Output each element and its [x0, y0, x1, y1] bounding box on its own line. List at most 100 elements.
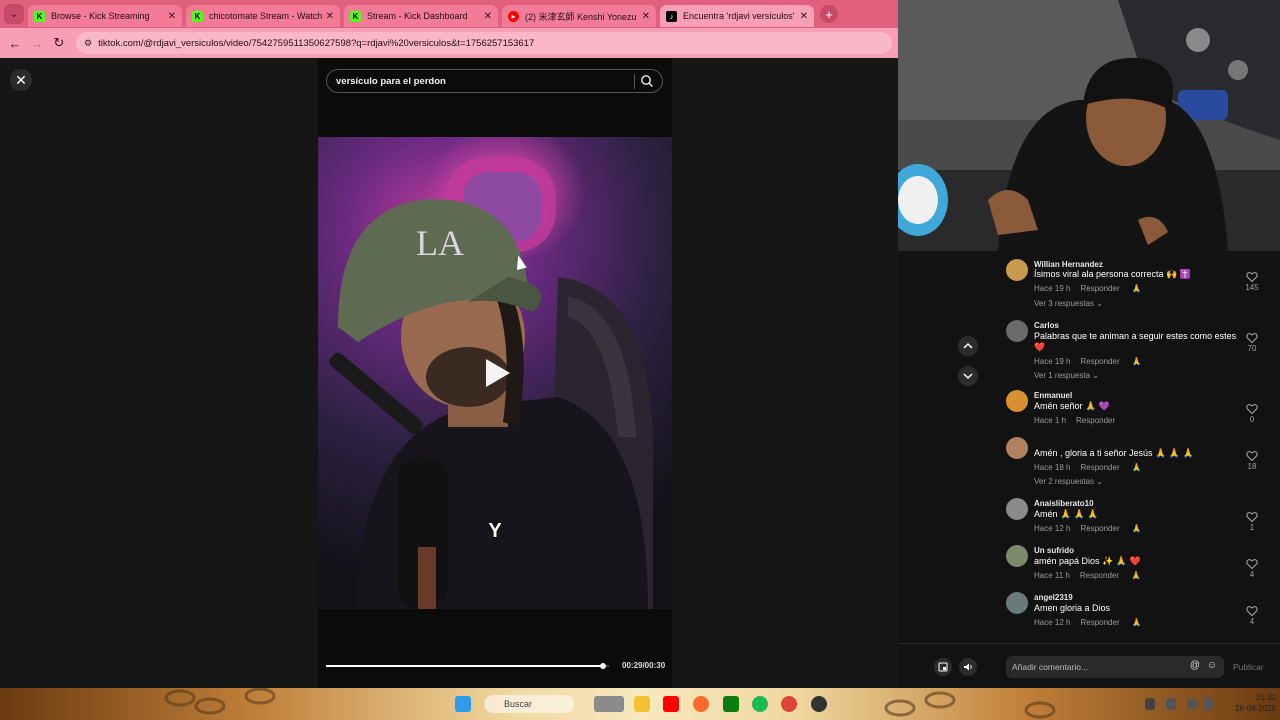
avatar[interactable] — [1006, 592, 1028, 614]
heart-icon[interactable] — [1246, 605, 1258, 617]
close-icon[interactable]: ✕ — [168, 11, 176, 22]
search-input[interactable]: versículo para el perdon — [336, 76, 446, 87]
comment-input[interactable]: Añadir comentario... @ ☺ — [1006, 656, 1224, 678]
volume-icon — [964, 663, 972, 671]
reply-button[interactable]: Responder — [1080, 463, 1119, 472]
comment-text: Amen gloria a Dios — [1034, 603, 1111, 613]
url-text: tiktok.com/@rdjavi_versiculos/video/7542… — [98, 37, 535, 49]
video-player[interactable]: LA Y — [318, 137, 672, 609]
site-info-icon[interactable]: ⚙ — [84, 38, 92, 49]
kick-icon: K — [192, 10, 203, 22]
search-icon[interactable] — [640, 74, 654, 88]
comment-author[interactable]: Carlos — [1034, 321, 1059, 330]
like-count: 0 — [1249, 415, 1255, 424]
publish-button[interactable]: Publicar — [1233, 662, 1264, 672]
creator-liked-icon: 🙏 — [1131, 524, 1142, 533]
comment-text: Amén , gloria a ti señor Jesús 🙏 🙏 🙏 — [1034, 448, 1194, 458]
tab-kick-dashboard[interactable]: K Stream - Kick Dashboard ✕ — [344, 5, 498, 27]
search-box[interactable]: versículo para el perdon — [326, 69, 663, 93]
comment-meta: Hace 12 h Responder 🙏 — [1034, 618, 1142, 627]
progress-handle[interactable] — [600, 663, 607, 669]
view-replies-button[interactable]: Ver 3 respuestas ⌄ — [1034, 299, 1103, 308]
comment-time: Hace 12 h — [1034, 618, 1071, 627]
close-icon[interactable]: ✕ — [326, 11, 334, 22]
view-replies-button[interactable]: Ver 2 respuestas ⌄ — [1034, 477, 1103, 486]
avatar[interactable] — [1006, 498, 1028, 520]
avatar[interactable] — [1006, 437, 1028, 459]
comment-author[interactable]: Enmanuel — [1034, 391, 1072, 400]
next-video-button[interactable] — [958, 366, 978, 386]
xbox-icon[interactable] — [723, 696, 739, 712]
play-icon[interactable] — [480, 356, 514, 390]
reply-button[interactable]: Responder — [1080, 618, 1119, 627]
avatar[interactable] — [1006, 390, 1028, 412]
tray-icon[interactable] — [1145, 698, 1155, 710]
screen: ⌄ K Browse - Kick Streaming ✕ K chicotom… — [0, 0, 1280, 720]
view-replies-button[interactable]: Ver 1 respuesta ⌄ — [1034, 371, 1099, 380]
previous-video-button[interactable] — [958, 336, 978, 356]
comments-list: Willian Hernandez Ísimos viral ala perso… — [992, 251, 1280, 643]
tab-kick-browse[interactable]: K Browse - Kick Streaming ✕ — [28, 5, 182, 27]
avatar[interactable] — [1006, 259, 1028, 281]
volume-button[interactable] — [959, 658, 977, 676]
comment-author[interactable]: Willian Hernandez — [1034, 260, 1103, 269]
spotify-icon[interactable] — [752, 696, 768, 712]
tab-search-menu-button[interactable]: ⌄ — [4, 4, 24, 24]
mention-icon[interactable]: @ — [1190, 660, 1200, 671]
close-icon[interactable]: ✕ — [800, 11, 808, 22]
comment-author[interactable]: angel2319 — [1034, 593, 1073, 602]
heart-icon[interactable] — [1246, 332, 1258, 344]
app-icon[interactable] — [693, 696, 709, 712]
comment-text: amén papá Dios ✨ 🙏 ❤️ — [1034, 556, 1141, 566]
tab-label: Stream - Kick Dashboard — [367, 11, 468, 21]
heart-icon[interactable] — [1246, 511, 1258, 523]
microphone-icon[interactable] — [1166, 698, 1176, 710]
chrome-icon[interactable] — [781, 696, 797, 712]
creator-liked-icon: 🙏 — [1131, 618, 1142, 627]
emoji-icon[interactable]: ☺ — [1207, 660, 1217, 671]
system-clock[interactable]: 21:31 26-08-2025 — [1218, 692, 1276, 714]
taskbar-search[interactable]: Buscar — [484, 695, 574, 713]
heart-icon[interactable] — [1246, 403, 1258, 415]
close-icon[interactable]: ✕ — [642, 11, 650, 22]
tab-label: Encuentra 'rdjavi versículos' en — [683, 11, 796, 21]
reply-button[interactable]: Responder — [1080, 524, 1119, 533]
creator-liked-icon: 🙏 — [1131, 284, 1142, 293]
comment-author[interactable]: Un sufrido — [1034, 546, 1074, 555]
youtube-icon[interactable] — [663, 696, 679, 712]
heart-icon[interactable] — [1246, 450, 1258, 462]
heart-icon[interactable] — [1246, 271, 1258, 283]
avatar[interactable] — [1006, 545, 1028, 567]
like-count: 4 — [1249, 570, 1255, 579]
reload-icon[interactable]: ↻ — [48, 35, 70, 51]
close-icon[interactable]: ✕ — [484, 11, 492, 22]
kick-icon: K — [350, 10, 361, 22]
file-explorer-icon[interactable] — [634, 696, 650, 712]
reply-button[interactable]: Responder — [1080, 357, 1119, 366]
reply-button[interactable]: Responder — [1080, 571, 1119, 580]
video-time: 00:29/00:30 — [622, 661, 666, 670]
speaker-icon[interactable] — [1203, 698, 1213, 710]
comment-text: Amén 🙏 🙏 🙏 — [1034, 509, 1099, 519]
progress-fill — [326, 665, 604, 667]
close-video-button[interactable]: ✕ — [10, 69, 32, 91]
comment-author[interactable]: Anaisliberato10 — [1034, 499, 1094, 508]
picture-in-picture-button[interactable] — [934, 658, 952, 676]
back-arrow-icon[interactable]: ← — [4, 36, 26, 51]
reply-button[interactable]: Responder — [1076, 416, 1115, 425]
comment-time: Hace 12 h — [1034, 524, 1071, 533]
tab-youtube-kenshi[interactable]: ▸ (2) 米津玄師 Kenshi Yonezu - Li ✕ — [502, 5, 656, 27]
new-tab-button[interactable]: + — [820, 5, 838, 23]
obs-icon[interactable] — [811, 696, 827, 712]
reply-button[interactable]: Responder — [1080, 284, 1119, 293]
video-progress-bar[interactable] — [326, 663, 609, 669]
address-bar[interactable]: ⚙ tiktok.com/@rdjavi_versiculos/video/75… — [76, 32, 892, 54]
windows-start-icon[interactable] — [455, 696, 471, 712]
tab-tiktok[interactable]: ♪ Encuentra 'rdjavi versículos' en ✕ — [660, 5, 814, 27]
widgets-icon[interactable] — [594, 696, 624, 712]
forward-arrow-icon[interactable]: → — [26, 36, 48, 51]
tab-chicotomate[interactable]: K chicotomate Stream - Watch Li ✕ — [186, 5, 340, 27]
network-icon[interactable] — [1187, 698, 1197, 710]
avatar[interactable] — [1006, 320, 1028, 342]
heart-icon[interactable] — [1246, 558, 1258, 570]
